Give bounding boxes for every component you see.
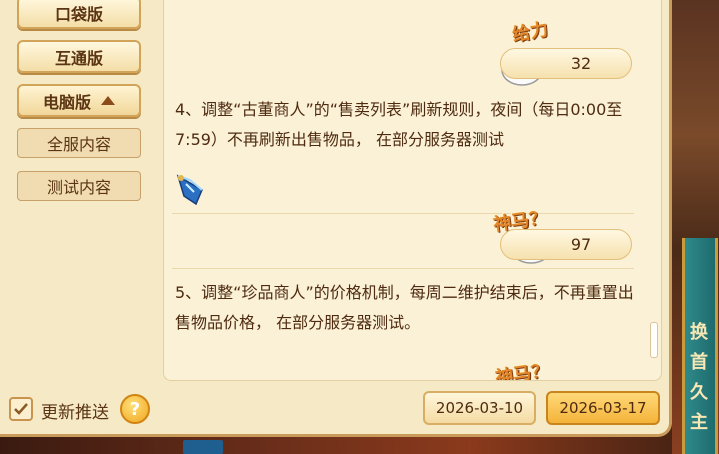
checkmark-icon	[14, 403, 28, 415]
category-pc-button[interactable]: 电脑版	[17, 84, 141, 117]
subcategory-all-servers-button[interactable]: 全服内容	[17, 128, 141, 158]
background-sign	[183, 440, 223, 454]
news-item-4: 4、调整“古董商人”的“售卖列表”刷新规则，夜间（每日0:00至7:59）不再刷…	[175, 100, 623, 149]
date-tab-previous[interactable]: 2026-03-10	[423, 391, 536, 425]
push-label: 更新推送	[41, 403, 109, 423]
category-sidebar: 口袋版 互通版 电脑版 全服内容 测试内容	[0, 0, 152, 380]
rating-count-what: 97	[570, 235, 592, 254]
collapse-arrow-icon	[101, 96, 115, 105]
background-vertical-text: 换首久主	[690, 322, 708, 433]
subcategory-test-button[interactable]: 测试内容	[17, 171, 141, 201]
date-tab-current-label: 2026-03-17	[559, 399, 647, 417]
scrollbar-thumb[interactable]	[650, 322, 658, 358]
help-icon: ?	[129, 398, 141, 420]
news-item-5: 5、调整“珍品商人”的价格机制，每周二维护结束后，不再重置出售物品价格， 在部分…	[175, 283, 634, 332]
category-pocket-label: 口袋版	[54, 4, 103, 24]
rating-label-what: 神马？	[494, 360, 551, 381]
date-tab-current[interactable]: 2026-03-17	[546, 391, 660, 425]
category-interop-label: 互通版	[54, 48, 103, 68]
notes-content-area[interactable]: 给力 32 4、调整“古董商人”的“售卖列表”刷新规则，夜间（每日0:00至7:…	[163, 0, 662, 381]
rating-label-awesome: 给力	[510, 19, 550, 46]
update-notes-panel: 口袋版 互通版 电脑版 全服内容 测试内容 给力 32 4、调整“古董商人”的“…	[0, 0, 672, 437]
divider	[172, 213, 634, 214]
rating-count-awesome: 32	[570, 54, 592, 73]
subcategory-all-servers-label: 全服内容	[46, 135, 111, 154]
rating-counter-what[interactable]: 97	[500, 229, 632, 260]
divider	[172, 268, 634, 269]
category-interop-button[interactable]: 互通版	[17, 40, 141, 73]
push-checkbox[interactable]	[9, 397, 33, 421]
date-tab-previous-label: 2026-03-10	[435, 399, 524, 417]
category-pocket-button[interactable]: 口袋版	[17, 0, 141, 29]
subcategory-test-label: 测试内容	[46, 178, 111, 197]
rating-counter-awesome[interactable]: 32	[500, 48, 632, 79]
category-pc-label: 电脑版	[42, 92, 91, 112]
blue-gem-icon	[176, 174, 203, 206]
help-button[interactable]: ?	[120, 394, 150, 424]
